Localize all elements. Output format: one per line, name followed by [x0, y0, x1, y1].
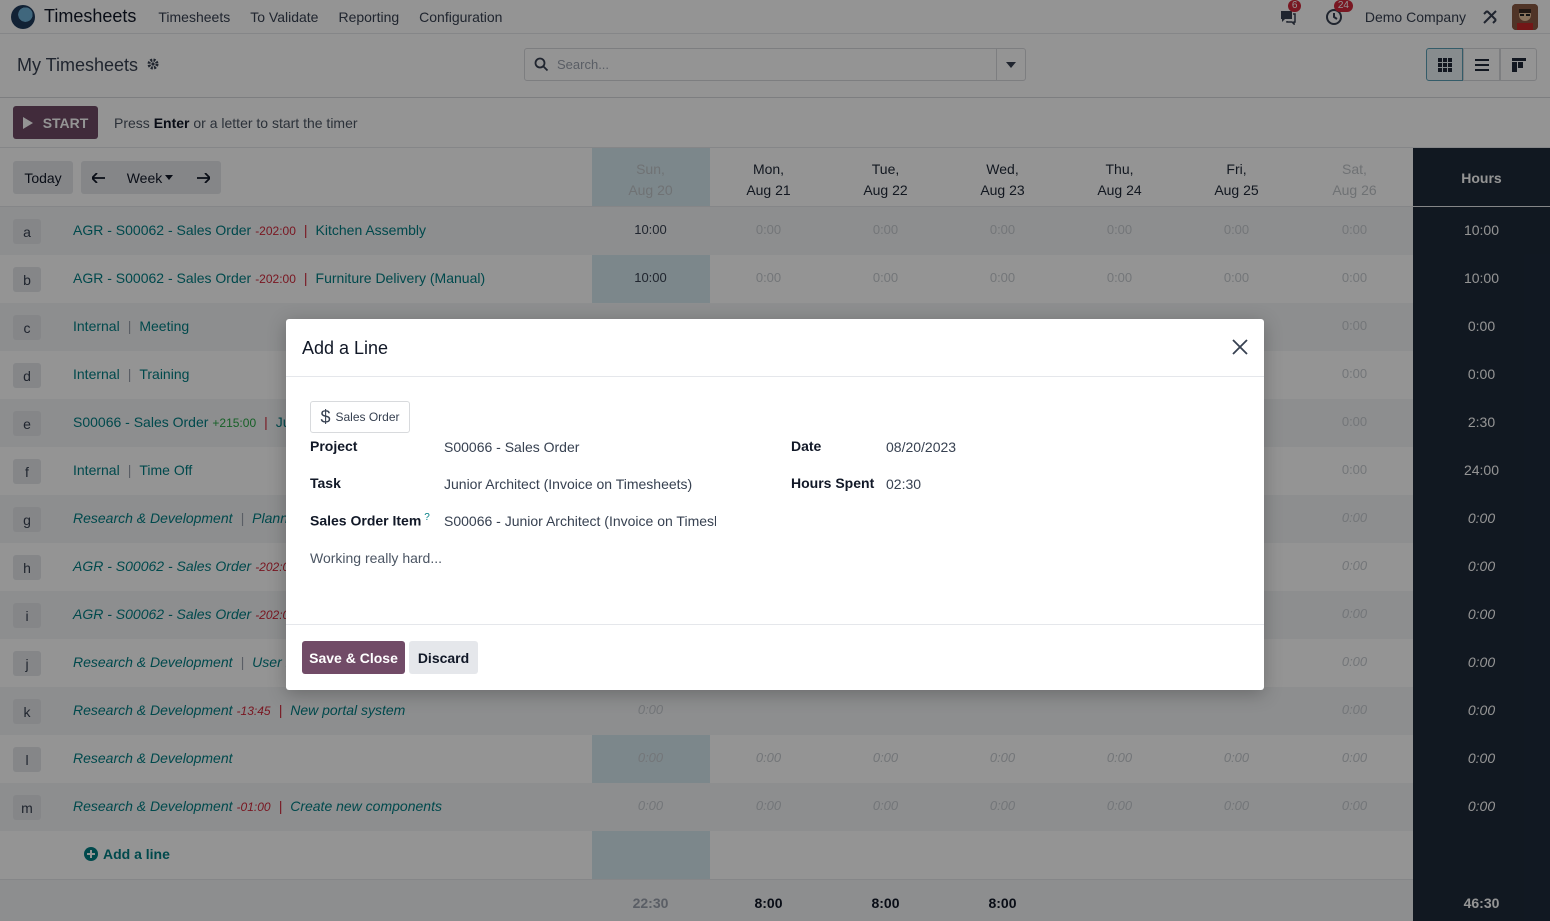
help-tooltip-icon[interactable]: ? [424, 512, 430, 523]
date-field[interactable]: 08/20/2023 [886, 439, 1086, 455]
dialog-header: Add a Line [286, 319, 1264, 377]
dialog-footer: Save & Close Discard [286, 624, 1264, 690]
dialog-body: $ Sales Order Project S00066 - Sales Ord… [286, 377, 1264, 624]
project-field[interactable]: S00066 - Sales Order [444, 439, 764, 455]
task-label: Task [310, 475, 341, 491]
sales-order-item-field[interactable]: S00066 - Junior Architect (Invoice on Ti… [444, 513, 716, 529]
save-close-button[interactable]: Save & Close [302, 641, 405, 674]
hours-spent-field[interactable]: 02:30 [886, 476, 1086, 492]
task-field[interactable]: Junior Architect (Invoice on Timesheets) [444, 476, 764, 492]
close-icon[interactable] [1230, 337, 1250, 357]
date-label: Date [791, 438, 822, 454]
discard-button[interactable]: Discard [409, 641, 478, 674]
sales-order-smart-button[interactable]: $ Sales Order [310, 401, 410, 433]
sales-order-item-label: Sales Order Item? [310, 512, 430, 529]
description-field[interactable]: Working really hard... [310, 550, 442, 566]
dollar-icon: $ [320, 406, 331, 427]
dialog-title: Add a Line [302, 338, 389, 358]
project-label: Project [310, 438, 358, 454]
hours-spent-label: Hours Spent [791, 475, 875, 491]
add-line-dialog: Add a Line $ Sales Order Project S00066 … [286, 319, 1264, 690]
